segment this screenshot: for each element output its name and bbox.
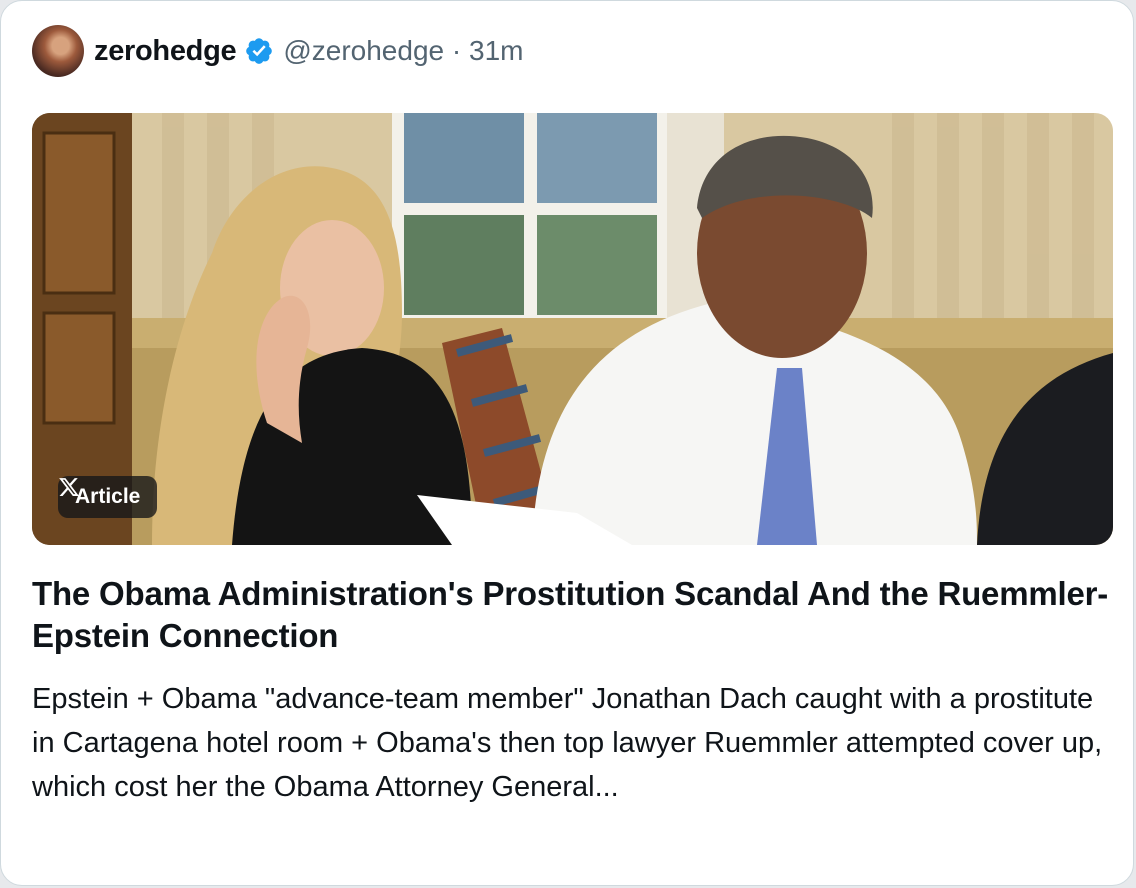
article-badge: Article	[58, 476, 158, 518]
author-name[interactable]: zerohedge	[94, 35, 237, 68]
article-cover-image[interactable]: Article	[32, 113, 1113, 545]
post-time[interactable]: 31m	[469, 35, 523, 66]
handle-text: @zerohedge	[283, 35, 445, 66]
avatar[interactable]	[32, 25, 84, 77]
article-title[interactable]: The Obama Administration's Prostitution …	[32, 573, 1112, 657]
x-logo-icon	[59, 478, 79, 496]
author-handle[interactable]: @zerohedge · 31m	[283, 35, 523, 67]
article-description: Epstein + Obama "advance-team member" Jo…	[32, 683, 1103, 803]
article-badge-label: Article	[75, 485, 141, 508]
cover-photo-illustration	[32, 113, 1113, 545]
post-header: zerohedge @zerohedge · 31m	[32, 23, 523, 79]
article-post-card[interactable]: zerohedge @zerohedge · 31m Article The O…	[0, 0, 1134, 886]
verified-badge-icon	[246, 38, 273, 64]
separator: ·	[451, 35, 462, 66]
